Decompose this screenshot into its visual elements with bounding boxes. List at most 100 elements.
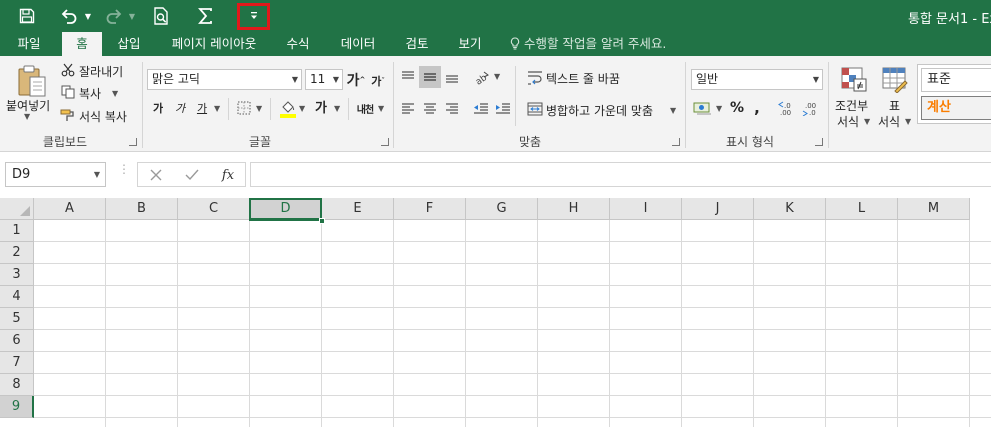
phonetic-dropdown-icon[interactable]: ▼ (378, 104, 384, 113)
formula-input[interactable] (250, 162, 991, 187)
tab-file[interactable]: 파일 (6, 32, 52, 56)
column-header-h[interactable]: H (538, 198, 610, 220)
font-color-icon[interactable]: 가 (311, 97, 331, 117)
conditional-formatting-icon[interactable] (838, 64, 868, 94)
undo-dropdown-icon[interactable]: ▼ (82, 4, 94, 28)
underline-icon[interactable]: 가 (194, 99, 210, 117)
enter-icon[interactable] (180, 165, 204, 185)
accounting-format-icon[interactable] (692, 99, 714, 117)
decrease-decimal-icon[interactable]: .00.0 (802, 99, 822, 117)
format-as-table-label[interactable]: 표 (889, 97, 900, 114)
column-header-k[interactable]: K (754, 198, 826, 220)
wrap-text-button[interactable]: 텍스트 줄 바꿈 (546, 70, 620, 87)
row-header-1[interactable]: 1 (0, 220, 34, 242)
format-painter-icon[interactable] (60, 107, 76, 123)
row-header-7[interactable]: 7 (0, 352, 34, 374)
increase-font-icon[interactable]: 가 ^ (347, 69, 366, 90)
column-header-f[interactable]: F (394, 198, 466, 220)
decrease-font-icon[interactable]: 가ˇ (370, 71, 386, 90)
number-format-dropdown[interactable]: 일반 ▼ (691, 69, 823, 90)
insert-function-icon[interactable]: fx (216, 165, 240, 185)
align-right-icon[interactable] (443, 100, 461, 118)
save-icon[interactable] (14, 4, 40, 28)
increase-decimal-icon[interactable]: .0.00 (778, 99, 798, 117)
merge-center-button[interactable]: 병합하고 가운데 맞춤 (546, 102, 653, 119)
cut-button[interactable]: 잘라내기 (79, 63, 123, 80)
tab-view[interactable]: 보기 (448, 32, 492, 56)
italic-icon[interactable]: 가 (172, 99, 188, 117)
paste-dropdown-icon[interactable]: ▼ (24, 112, 30, 121)
fill-color-icon[interactable] (279, 98, 297, 118)
drag-handle-icon[interactable]: ⋮ (118, 163, 130, 182)
percent-style-icon[interactable]: % (728, 98, 746, 118)
row-header-9[interactable]: 9 (0, 396, 34, 418)
merge-center-icon[interactable] (526, 100, 544, 118)
row-header-8[interactable]: 8 (0, 374, 34, 396)
format-as-table-icon[interactable] (880, 64, 910, 94)
style-calculation[interactable]: 계산 (921, 96, 991, 120)
increase-indent-icon[interactable] (494, 100, 512, 118)
align-top-icon[interactable] (399, 68, 417, 86)
copy-dropdown-icon[interactable]: ▼ (112, 89, 118, 98)
select-all-button[interactable] (0, 198, 34, 220)
font-size-dropdown[interactable]: 11 ▼ (305, 69, 343, 90)
clipboard-launcher-icon[interactable] (129, 138, 137, 146)
tab-page-layout[interactable]: 페이지 레이아웃 (162, 32, 266, 56)
font-color-dropdown-icon[interactable]: ▼ (334, 104, 340, 113)
underline-dropdown-icon[interactable]: ▼ (214, 104, 220, 113)
format-as-table-label-2[interactable]: 서식 (878, 113, 900, 130)
font-name-dropdown[interactable]: 맑은 고딕 ▼ (147, 69, 302, 90)
tell-me-box[interactable]: 수행할 작업을 알려 주세요. (510, 32, 666, 56)
column-header-b[interactable]: B (106, 198, 178, 220)
conditional-dropdown-icon[interactable]: ▼ (864, 117, 870, 126)
comma-style-icon[interactable]: , (750, 98, 764, 118)
copy-button[interactable]: 복사 (79, 85, 101, 102)
print-preview-icon[interactable] (148, 4, 174, 28)
borders-dropdown-icon[interactable]: ▼ (256, 104, 262, 113)
cell-styles-gallery[interactable]: 표준 계산 (917, 64, 991, 124)
row-header-2[interactable]: 2 (0, 242, 34, 264)
name-box[interactable]: D9 ▼ (5, 162, 106, 187)
autosum-icon[interactable] (193, 4, 219, 28)
undo-icon[interactable] (56, 4, 82, 28)
column-header-i[interactable]: I (610, 198, 682, 220)
align-bottom-icon[interactable] (443, 68, 461, 86)
phonetic-guide-icon[interactable]: 내천 (354, 99, 376, 117)
copy-icon[interactable] (60, 84, 76, 100)
align-middle-icon[interactable] (419, 66, 441, 88)
column-header-c[interactable]: C (178, 198, 250, 220)
tab-home[interactable]: 홈 (62, 32, 102, 56)
tab-insert[interactable]: 삽입 (108, 32, 150, 56)
row-header-6[interactable]: 6 (0, 330, 34, 352)
number-launcher-icon[interactable] (815, 138, 823, 146)
worksheet-grid[interactable]: ABCDEFGHIJKLM123456789 (0, 198, 991, 427)
column-header-g[interactable]: G (466, 198, 538, 220)
tab-review[interactable]: 검토 (396, 32, 438, 56)
decrease-indent-icon[interactable] (472, 100, 490, 118)
row-header-5[interactable]: 5 (0, 308, 34, 330)
merge-dropdown-icon[interactable]: ▼ (670, 106, 676, 115)
column-header-a[interactable]: A (34, 198, 106, 220)
selected-cell[interactable] (249, 198, 322, 221)
orientation-icon[interactable]: ab (471, 67, 491, 87)
fill-color-dropdown-icon[interactable]: ▼ (299, 104, 305, 113)
orientation-dropdown-icon[interactable]: ▼ (494, 72, 500, 81)
fill-handle[interactable] (319, 218, 325, 224)
bold-icon[interactable]: 가 (150, 99, 166, 117)
accounting-dropdown-icon[interactable]: ▼ (716, 104, 722, 113)
row-header-4[interactable]: 4 (0, 286, 34, 308)
cancel-icon[interactable] (144, 165, 168, 185)
alignment-launcher-icon[interactable] (672, 138, 680, 146)
font-launcher-icon[interactable] (381, 138, 389, 146)
cut-icon[interactable] (60, 62, 76, 78)
column-header-j[interactable]: J (682, 198, 754, 220)
borders-icon[interactable] (236, 100, 252, 116)
conditional-formatting-label[interactable]: 조건부 (835, 97, 868, 114)
tab-data[interactable]: 데이터 (332, 32, 384, 56)
align-left-icon[interactable] (399, 100, 417, 118)
column-header-m[interactable]: M (898, 198, 970, 220)
column-header-l[interactable]: L (826, 198, 898, 220)
row-header-3[interactable]: 3 (0, 264, 34, 286)
conditional-formatting-label-2[interactable]: 서식 (837, 113, 859, 130)
format-painter-button[interactable]: 서식 복사 (79, 108, 127, 125)
